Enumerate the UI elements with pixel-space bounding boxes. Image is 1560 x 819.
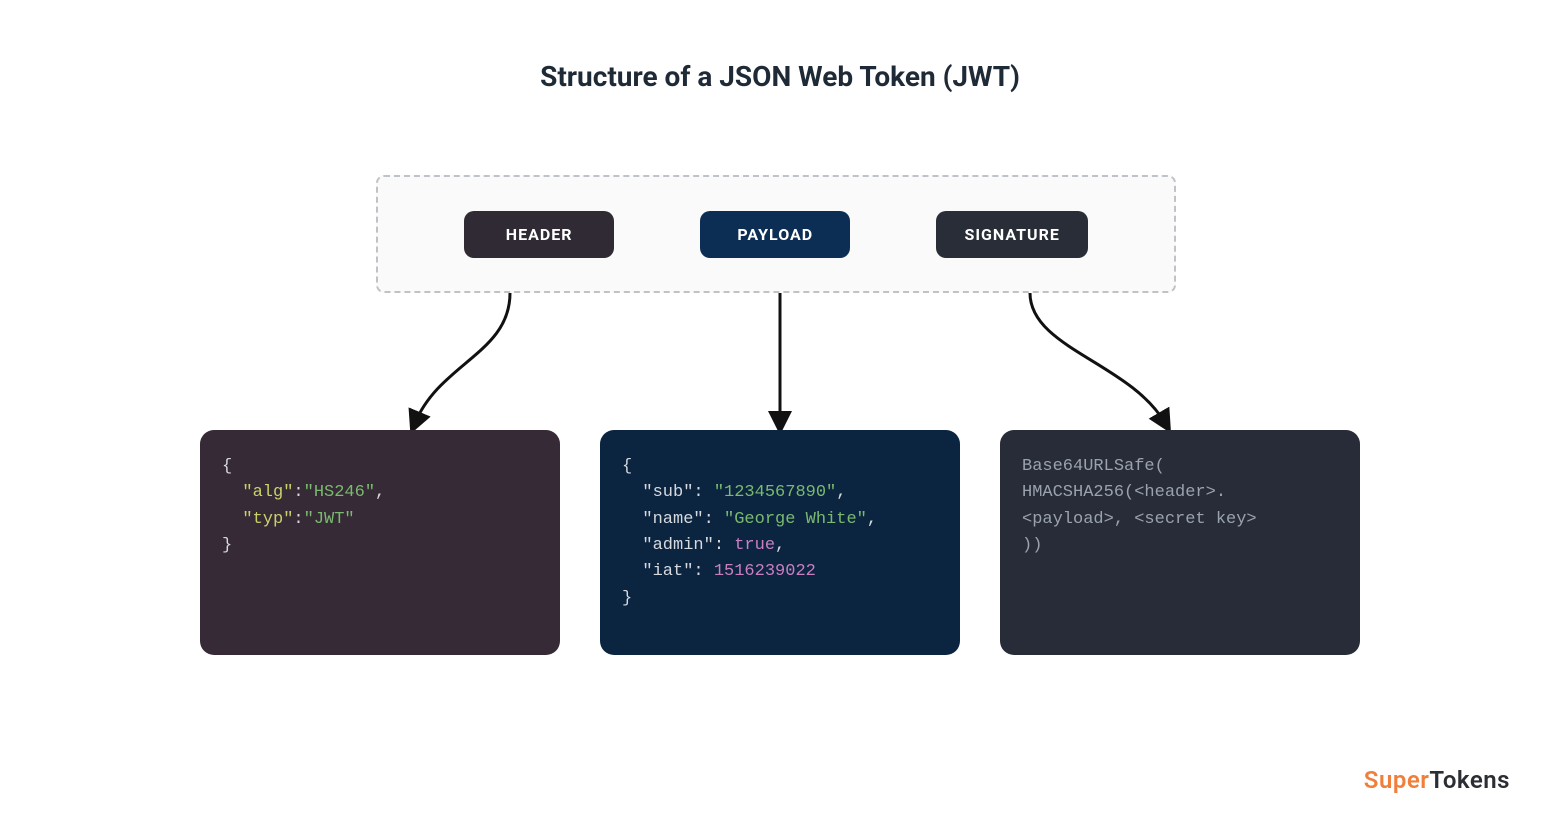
header-typ-key: "typ" <box>242 510 293 529</box>
header-alg-val: "HS246" <box>304 483 375 502</box>
arrow-signature <box>1000 293 1200 447</box>
header-typ-val: "JWT" <box>304 510 355 529</box>
arrow-header <box>380 293 560 447</box>
signature-code-card: Base64URLSafe( HMACSHA256(<header>. <pay… <box>1000 430 1360 655</box>
payload-iat-key: "iat" <box>642 562 693 581</box>
jwt-part-signature-badge: SIGNATURE <box>936 211 1087 258</box>
payload-iat-val: 1516239022 <box>714 562 816 581</box>
payload-sub-key: "sub" <box>642 483 693 502</box>
payload-code-card: { "sub": "1234567890", "name": "George W… <box>600 430 960 655</box>
payload-name-key: "name" <box>642 510 703 529</box>
sig-line-1: Base64URLSafe( <box>1022 457 1165 476</box>
brace-open: { <box>222 457 232 476</box>
brace-close: } <box>622 589 632 608</box>
payload-name-val: "George White" <box>724 510 867 529</box>
brand-part-1: Super <box>1364 766 1430 794</box>
sig-line-4: )) <box>1022 536 1042 555</box>
brace-close: } <box>222 536 232 555</box>
brand-logo: SuperTokens <box>1364 766 1510 794</box>
header-code-card: { "alg":"HS246", "typ":"JWT" } <box>200 430 560 655</box>
header-alg-key: "alg" <box>242 483 293 502</box>
payload-admin-key: "admin" <box>642 536 713 555</box>
payload-admin-val: true <box>734 536 775 555</box>
sig-line-2: HMACSHA256(<header>. <box>1022 483 1226 502</box>
arrow-payload <box>730 293 830 447</box>
brand-part-2: Tokens <box>1429 766 1510 794</box>
payload-sub-val: "1234567890" <box>714 483 836 502</box>
diagram-title: Structure of a JSON Web Token (JWT) <box>0 60 1560 93</box>
jwt-part-header-badge: HEADER <box>464 211 614 258</box>
brace-open: { <box>622 457 632 476</box>
sig-line-3: <payload>, <secret key> <box>1022 510 1257 529</box>
jwt-part-payload-badge: PAYLOAD <box>700 211 850 258</box>
jwt-parts-container: HEADER PAYLOAD SIGNATURE <box>376 175 1176 293</box>
